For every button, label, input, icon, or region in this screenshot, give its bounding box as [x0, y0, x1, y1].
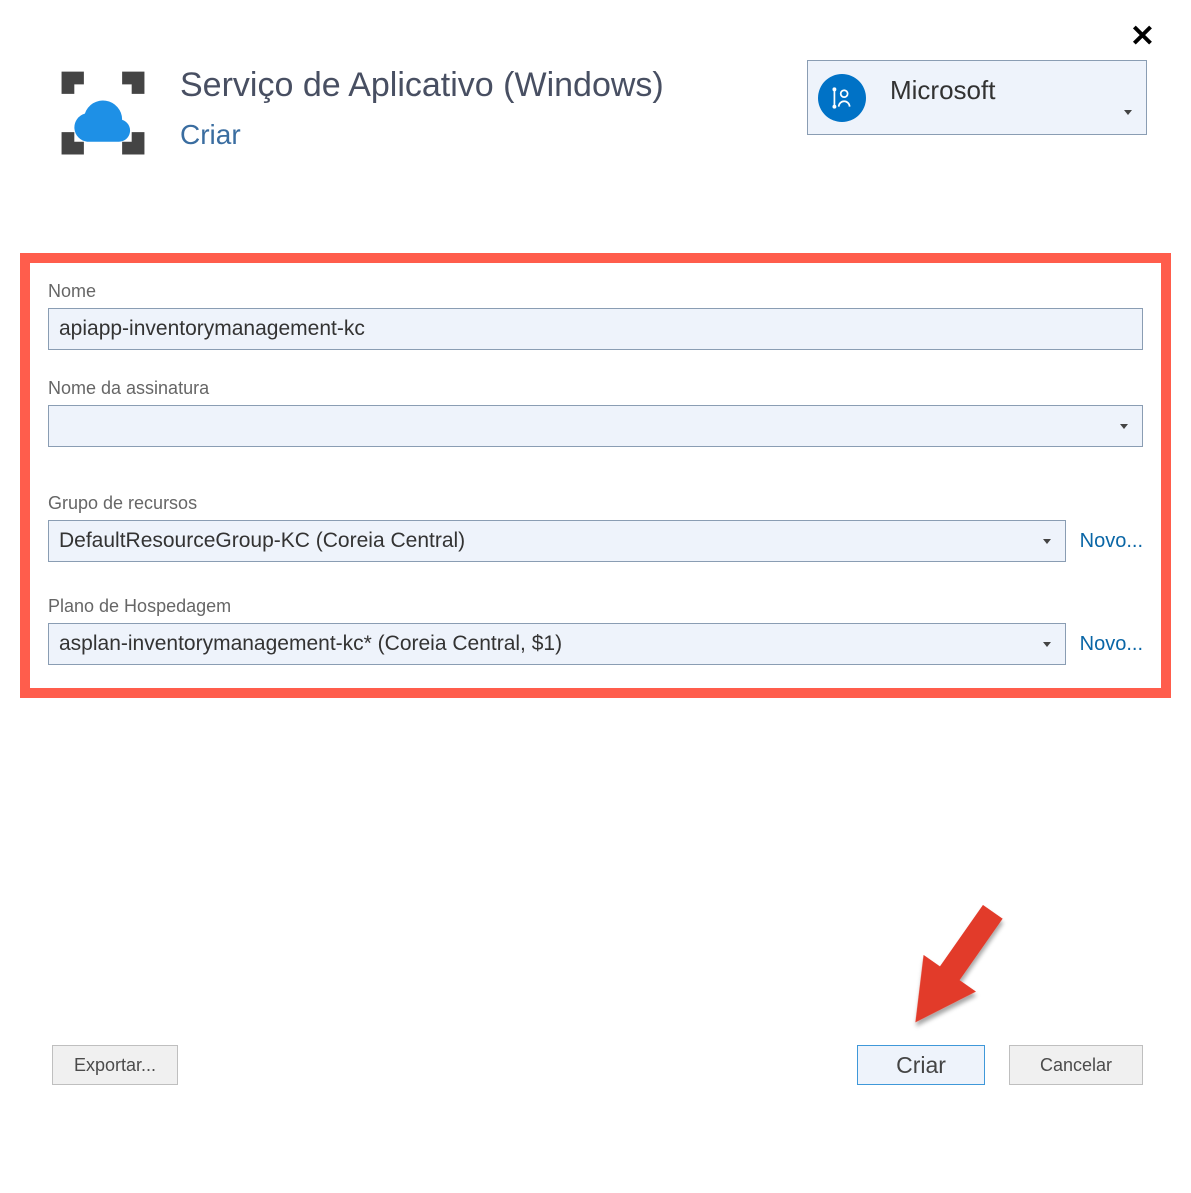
chevron-down-icon: [1120, 424, 1128, 429]
subscription-label: Nome da assinatura: [48, 378, 1143, 399]
resource-group-new-link[interactable]: Novo...: [1080, 530, 1143, 553]
hosting-plan-label: Plano de Hospedagem: [48, 596, 1143, 617]
chevron-down-icon: [1124, 110, 1132, 115]
chevron-down-icon: [1043, 539, 1051, 544]
export-button[interactable]: Exportar...: [52, 1045, 178, 1085]
name-input[interactable]: [48, 308, 1143, 350]
account-selector[interactable]: Microsoft: [807, 60, 1147, 135]
close-icon[interactable]: ✕: [1130, 22, 1155, 52]
hosting-plan-new-link[interactable]: Novo...: [1080, 633, 1143, 656]
form-panel: Nome Nome da assinatura Grupo de recurso…: [20, 253, 1171, 698]
account-label: Microsoft: [890, 75, 1124, 106]
hosting-plan-select[interactable]: asplan-inventorymanagement-kc* (Coreia C…: [48, 623, 1066, 665]
page-subtitle: Criar: [180, 119, 664, 151]
dialog-button-bar: Exportar... Criar Cancelar: [0, 1039, 1191, 1085]
resource-group-value: DefaultResourceGroup-KC (Coreia Central): [59, 529, 465, 553]
subscription-select[interactable]: [48, 405, 1143, 447]
resource-group-select[interactable]: DefaultResourceGroup-KC (Coreia Central): [48, 520, 1066, 562]
resource-group-label: Grupo de recursos: [48, 493, 1143, 514]
account-avatar-icon: [818, 74, 866, 122]
app-service-icon: [52, 62, 154, 169]
create-button[interactable]: Criar: [857, 1045, 985, 1085]
hosting-plan-value: asplan-inventorymanagement-kc* (Coreia C…: [59, 632, 562, 656]
page-title: Serviço de Aplicativo (Windows): [180, 66, 664, 105]
dialog-header: Serviço de Aplicativo (Windows) Criar: [52, 62, 664, 169]
name-label: Nome: [48, 281, 1143, 302]
cancel-button[interactable]: Cancelar: [1009, 1045, 1143, 1085]
annotation-arrow-icon: [891, 893, 1011, 1043]
chevron-down-icon: [1043, 642, 1051, 647]
